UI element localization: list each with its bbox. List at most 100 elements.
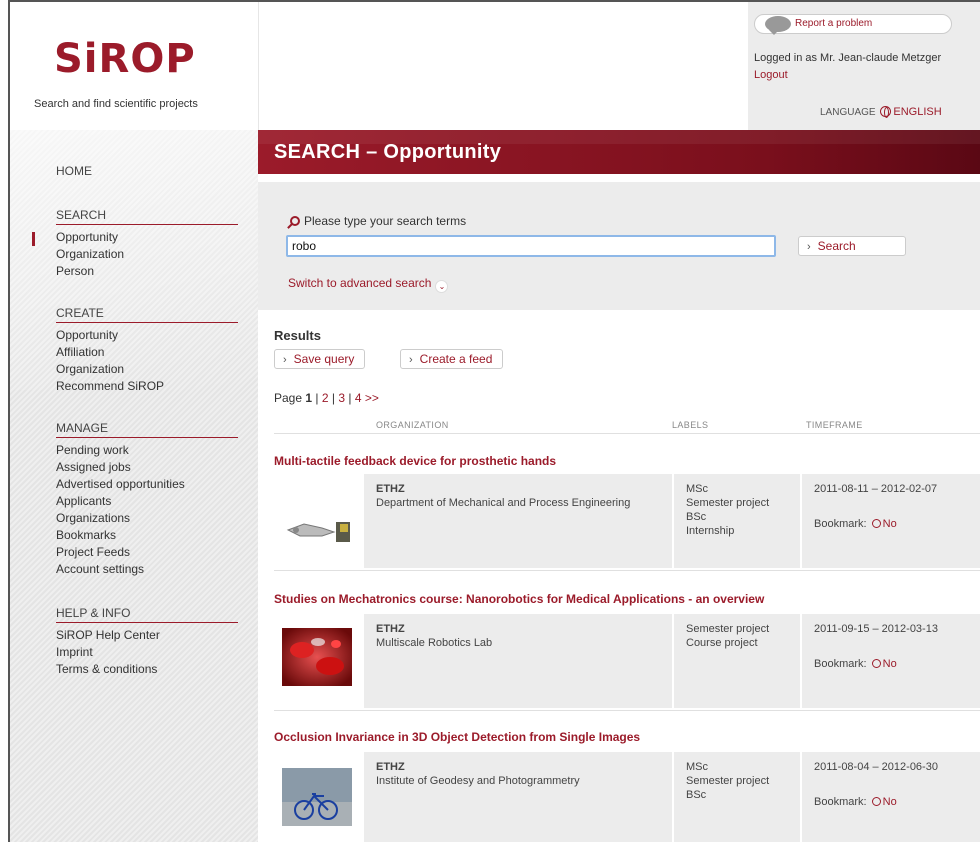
sidebar-section-manage: MANAGE Pending work Assigned jobs Advert…	[56, 421, 238, 578]
logout-link[interactable]: Logout	[754, 69, 788, 81]
radio-circle-icon	[871, 659, 881, 668]
sidebar-item-project-feeds[interactable]: Project Feeds	[56, 544, 238, 561]
result-timeframe-cell: 2011-09-15 – 2012-03-13 Bookmark: No	[802, 614, 980, 708]
result-row: ETHZ Institute of Geodesy and Photogramm…	[274, 752, 980, 842]
create-feed-label: Create a feed	[419, 352, 493, 366]
result-label: Semester project	[686, 623, 770, 635]
advanced-search-link[interactable]: Switch to advanced search ⌄	[288, 276, 449, 293]
result-thumbnail[interactable]	[282, 494, 352, 552]
sidebar-item-bookmarks[interactable]: Bookmarks	[56, 527, 238, 544]
result-label: Internship	[686, 525, 735, 537]
sidebar-item-search-opportunity[interactable]: Opportunity	[56, 229, 238, 246]
bookmark-label: Bookmark:	[814, 518, 867, 530]
browser-frame: SiROP Search and find scientific project…	[8, 0, 980, 842]
sidebar-item-terms[interactable]: Terms & conditions	[56, 661, 238, 678]
create-feed-button[interactable]: › Create a feed	[400, 349, 504, 369]
report-problem-button[interactable]: Report a problem	[754, 14, 952, 35]
column-header-timeframe: TIMEFRAME	[806, 420, 863, 430]
page-title: SEARCH – Opportunity	[274, 141, 502, 163]
logo[interactable]: SiROP	[54, 36, 196, 82]
pager-prefix: Page	[274, 391, 303, 405]
search-label-text: Please type your search terms	[304, 214, 467, 228]
result-title[interactable]: Studies on Mechatronics course: Nanorobo…	[274, 592, 764, 606]
sidebar-item-search-organization[interactable]: Organization	[56, 246, 238, 263]
search-button[interactable]: › Search	[798, 236, 906, 256]
result-divider	[274, 570, 980, 571]
sidebar-section-title: SEARCH	[56, 208, 238, 225]
pagination: Page 1 | 2 | 3 | 4 >>	[274, 391, 379, 405]
radio-circle-icon	[871, 797, 881, 806]
result-organization-cell: ETHZ Department of Mechanical and Proces…	[364, 474, 672, 568]
save-query-button[interactable]: › Save query	[274, 349, 366, 369]
language-selector[interactable]: LANGUAGE ENGLISH	[820, 106, 942, 118]
sidebar-item-create-organization[interactable]: Organization	[56, 361, 238, 378]
header-banner	[258, 2, 748, 130]
result-label: MSc	[686, 483, 708, 495]
result-label: BSc	[686, 511, 707, 523]
active-indicator	[32, 232, 35, 246]
search-input[interactable]	[286, 235, 776, 257]
header-divider	[274, 433, 980, 434]
sidebar-item-account-settings[interactable]: Account settings	[56, 561, 238, 578]
language-label: LANGUAGE	[820, 107, 876, 118]
sidebar-item-advertised-opportunities[interactable]: Advertised opportunities	[56, 476, 238, 493]
result-label: Semester project	[686, 497, 770, 509]
bookmark-toggle[interactable]: Bookmark: No	[814, 796, 897, 808]
user-box: Report a problem Logged in as Mr. Jean-c…	[748, 2, 980, 130]
sidebar-item-help-center[interactable]: SiROP Help Center	[56, 627, 238, 644]
sidebar-section-title: HELP & INFO	[56, 606, 238, 623]
result-labels-cell: Semester project Course project	[674, 614, 800, 708]
result-org-name: ETHZ	[376, 761, 405, 773]
result-timeframe: 2011-08-11 – 2012-02-07	[814, 483, 938, 495]
search-key-icon	[290, 216, 300, 226]
pager-page-3[interactable]: 3	[338, 391, 345, 405]
bookmark-toggle[interactable]: Bookmark: No	[814, 518, 897, 530]
pager-separator: |	[348, 391, 352, 405]
result-thumbnail[interactable]	[282, 768, 352, 826]
sidebar-section-title: MANAGE	[56, 421, 238, 438]
radio-circle-icon	[871, 519, 881, 528]
result-thumbnail[interactable]	[282, 628, 352, 686]
sidebar-item-home[interactable]: HOME	[56, 164, 92, 178]
pager-next[interactable]: >>	[365, 391, 379, 405]
sidebar-item-imprint[interactable]: Imprint	[56, 644, 238, 661]
search-label: Please type your search terms	[290, 214, 466, 228]
chevron-right-icon: ›	[807, 241, 811, 253]
sidebar-section-create: CREATE Opportunity Affiliation Organizat…	[56, 306, 238, 395]
sidebar-item-organizations[interactable]: Organizations	[56, 510, 238, 527]
save-query-label: Save query	[293, 352, 355, 366]
sidebar-item-recommend-sirop[interactable]: Recommend SiROP	[56, 378, 238, 395]
result-org-name: ETHZ	[376, 623, 405, 635]
bookmark-toggle[interactable]: Bookmark: No	[814, 658, 897, 670]
result-labels-cell: MSc Semester project BSc	[674, 752, 800, 842]
page-title-bar: SEARCH – Opportunity	[258, 130, 980, 174]
bookmark-value: No	[882, 658, 897, 670]
bookmark-label: Bookmark:	[814, 796, 867, 808]
result-labels-cell: MSc Semester project BSc Internship	[674, 474, 800, 568]
pager-page-4[interactable]: 4	[355, 391, 362, 405]
chevron-right-icon: ›	[283, 354, 287, 366]
chevron-right-icon: ›	[409, 354, 413, 366]
result-label: Course project	[686, 637, 758, 649]
result-timeframe-cell: 2011-08-04 – 2012-06-30 Bookmark: No	[802, 752, 980, 842]
sidebar-section-search: SEARCH Opportunity Organization Person	[56, 208, 238, 280]
result-title[interactable]: Occlusion Invariance in 3D Object Detect…	[274, 730, 640, 744]
search-panel: Please type your search terms › Search Sw…	[258, 182, 980, 310]
sidebar-item-assigned-jobs[interactable]: Assigned jobs	[56, 459, 238, 476]
sidebar-item-applicants[interactable]: Applicants	[56, 493, 238, 510]
globe-icon	[880, 106, 892, 118]
result-row: ETHZ Department of Mechanical and Proces…	[274, 474, 980, 568]
result-title[interactable]: Multi-tactile feedback device for prosth…	[274, 454, 556, 468]
sidebar-item-pending-work[interactable]: Pending work	[56, 442, 238, 459]
sidebar-item-create-opportunity[interactable]: Opportunity	[56, 327, 238, 344]
sidebar-item-search-person[interactable]: Person	[56, 263, 238, 280]
result-divider	[274, 710, 980, 711]
sidebar-item-create-affiliation[interactable]: Affiliation	[56, 344, 238, 361]
result-label: MSc	[686, 761, 708, 773]
report-problem-label: Report a problem	[795, 18, 873, 29]
result-org-dept: Department of Mechanical and Process Eng…	[376, 497, 631, 509]
pager-page-2[interactable]: 2	[322, 391, 329, 405]
speech-bubble-icon	[765, 16, 791, 35]
column-header-organization: ORGANIZATION	[376, 420, 449, 430]
tagline: Search and find scientific projects	[34, 98, 198, 110]
